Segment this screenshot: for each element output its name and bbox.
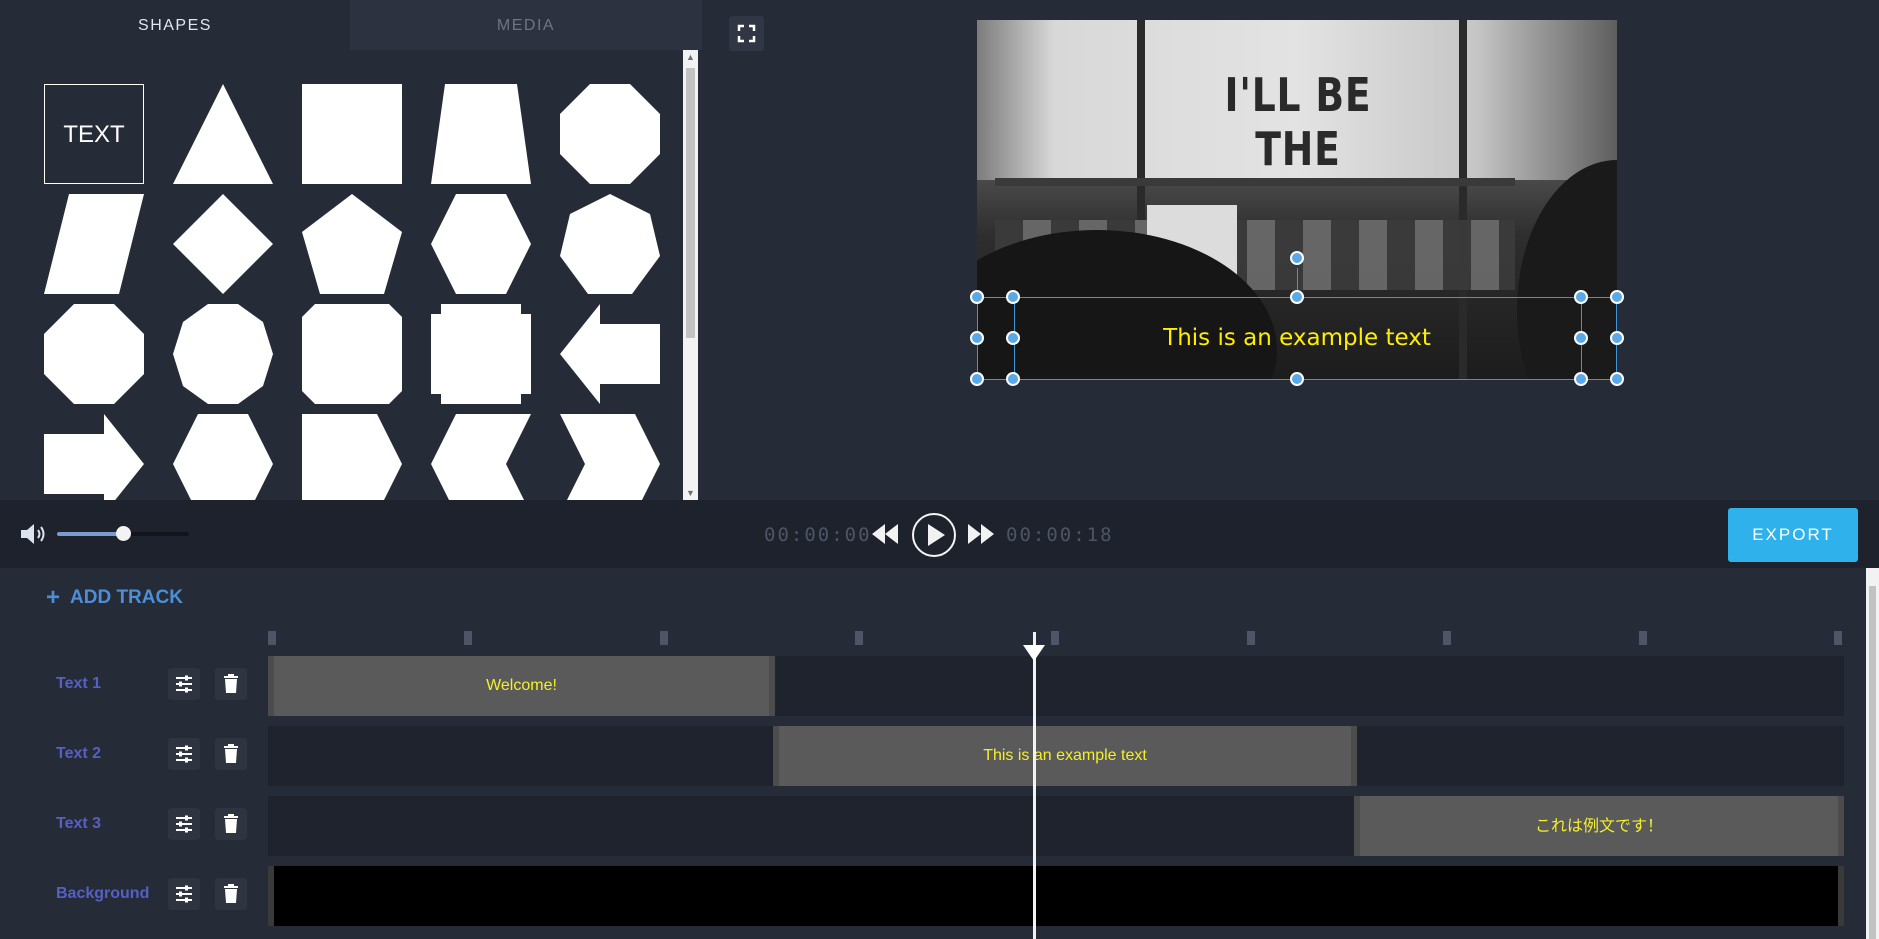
chevron-right-shape[interactable]: [560, 414, 660, 500]
shapes-scrollbar[interactable]: ▲ ▼: [683, 50, 698, 500]
track-settings-button[interactable]: [168, 878, 200, 910]
track-name[interactable]: Text 1: [56, 675, 101, 693]
timeline-tick: [1443, 631, 1451, 645]
play-icon: [928, 524, 945, 546]
timeline: + ADD TRACK Text 1 Welcome! Text 2 This …: [0, 568, 1879, 939]
playback-controls: 00:00:00 00:00:18 EXPORT: [0, 500, 1879, 568]
scroll-up-arrow-icon[interactable]: ▲: [683, 50, 698, 64]
timeline-tick: [268, 631, 276, 645]
fast-forward-button[interactable]: [966, 522, 996, 546]
volume-icon[interactable]: [19, 522, 49, 546]
playhead-marker-icon[interactable]: [1023, 645, 1045, 661]
track-lane[interactable]: Welcome!: [268, 656, 1844, 716]
preview-sign-text: I'LL BE THE: [1224, 68, 1372, 176]
square-shape[interactable]: [302, 84, 402, 184]
track-row: Background: [0, 866, 1879, 928]
add-track-button[interactable]: + ADD TRACK: [46, 584, 183, 613]
trash-icon: [224, 814, 238, 833]
point-right-shape[interactable]: [302, 414, 402, 500]
arrow-left-shape[interactable]: [560, 304, 660, 404]
fullscreen-icon: [737, 24, 756, 43]
track-clip[interactable]: これは例文です！: [1354, 796, 1844, 856]
volume-slider-fill: [57, 532, 123, 536]
heptagon-shape[interactable]: [560, 194, 660, 294]
panel-tabs: SHAPES MEDIA: [0, 0, 702, 50]
text-shape-label: TEXT: [44, 84, 144, 184]
tab-media[interactable]: MEDIA: [350, 0, 702, 50]
rewind-button[interactable]: [870, 522, 900, 546]
track-name[interactable]: Background: [56, 885, 149, 903]
shapes-panel: SHAPES MEDIA TEXT ▲ ▼: [0, 0, 702, 500]
hexagon-2-shape[interactable]: [173, 414, 273, 500]
pentagon-shape[interactable]: [302, 194, 402, 294]
cross-shape[interactable]: [431, 304, 531, 404]
octagon-shape[interactable]: [560, 84, 660, 184]
hexagon-shape[interactable]: [431, 194, 531, 294]
track-row: Text 3 これは例文です！: [0, 796, 1879, 858]
timeline-scrollbar[interactable]: [1866, 568, 1879, 939]
track-name[interactable]: Text 3: [56, 815, 101, 833]
text-shape[interactable]: TEXT: [44, 84, 144, 184]
arrow-right-shape[interactable]: [44, 414, 144, 500]
timeline-tick: [1247, 631, 1255, 645]
rewind-icon: [872, 524, 898, 544]
tab-shapes[interactable]: SHAPES: [0, 0, 350, 50]
track-row: Text 2 This is an example text: [0, 726, 1879, 788]
background-clip[interactable]: [268, 866, 1844, 926]
preview-shelf: [995, 178, 1515, 186]
plus-icon: +: [46, 584, 61, 611]
timeline-tick: [1639, 631, 1647, 645]
timeline-tick: [464, 631, 472, 645]
track-lane[interactable]: これは例文です！: [268, 796, 1844, 856]
track-delete-button[interactable]: [215, 668, 247, 700]
track-lane[interactable]: This is an example text: [268, 726, 1844, 786]
triangle-shape[interactable]: [173, 84, 273, 184]
octagon-2-shape[interactable]: [44, 304, 144, 404]
dodecagon-shape[interactable]: [302, 304, 402, 404]
track-settings-button[interactable]: [168, 808, 200, 840]
play-button[interactable]: [912, 513, 956, 557]
sliders-icon: [176, 745, 192, 763]
scroll-down-arrow-icon[interactable]: ▼: [683, 486, 698, 500]
trapezoid-shape[interactable]: [431, 84, 531, 184]
current-time: 00:00:00: [764, 524, 872, 546]
fullscreen-button[interactable]: [729, 16, 764, 51]
track-clip[interactable]: This is an example text: [773, 726, 1357, 786]
track-settings-button[interactable]: [168, 668, 200, 700]
timeline-scrollbar-thumb[interactable]: [1869, 586, 1876, 939]
track-row: Text 1 Welcome!: [0, 656, 1879, 718]
export-button[interactable]: EXPORT: [1728, 508, 1858, 562]
trash-icon: [224, 884, 238, 903]
track-delete-button[interactable]: [215, 878, 247, 910]
trash-icon: [224, 674, 238, 693]
track-settings-button[interactable]: [168, 738, 200, 770]
track-delete-button[interactable]: [215, 738, 247, 770]
preview-caption[interactable]: This is an example text: [977, 325, 1617, 351]
sliders-icon: [176, 815, 192, 833]
timeline-tick: [1834, 631, 1842, 645]
sliders-icon: [176, 885, 192, 903]
fast-forward-icon: [968, 524, 994, 544]
shapes-grid: TEXT: [44, 84, 684, 500]
diamond-shape[interactable]: [173, 194, 273, 294]
chevron-left-shape[interactable]: [431, 414, 531, 500]
timeline-tick: [660, 631, 668, 645]
add-track-label: ADD TRACK: [70, 587, 183, 608]
volume-slider-knob[interactable]: [116, 526, 131, 541]
timeline-tick: [1051, 631, 1059, 645]
timeline-tick: [855, 631, 863, 645]
sliders-icon: [176, 675, 192, 693]
decagon-shape[interactable]: [173, 304, 273, 404]
track-delete-button[interactable]: [215, 808, 247, 840]
track-lane[interactable]: [268, 866, 1844, 926]
parallelogram-shape[interactable]: [44, 194, 144, 294]
trash-icon: [224, 744, 238, 763]
playhead[interactable]: [1033, 632, 1036, 939]
total-time: 00:00:18: [1006, 524, 1114, 546]
shapes-scrollbar-thumb[interactable]: [686, 68, 695, 338]
video-preview[interactable]: I'LL BE THE This is an example text: [977, 20, 1617, 380]
track-name[interactable]: Text 2: [56, 745, 101, 763]
track-clip[interactable]: Welcome!: [268, 656, 775, 716]
